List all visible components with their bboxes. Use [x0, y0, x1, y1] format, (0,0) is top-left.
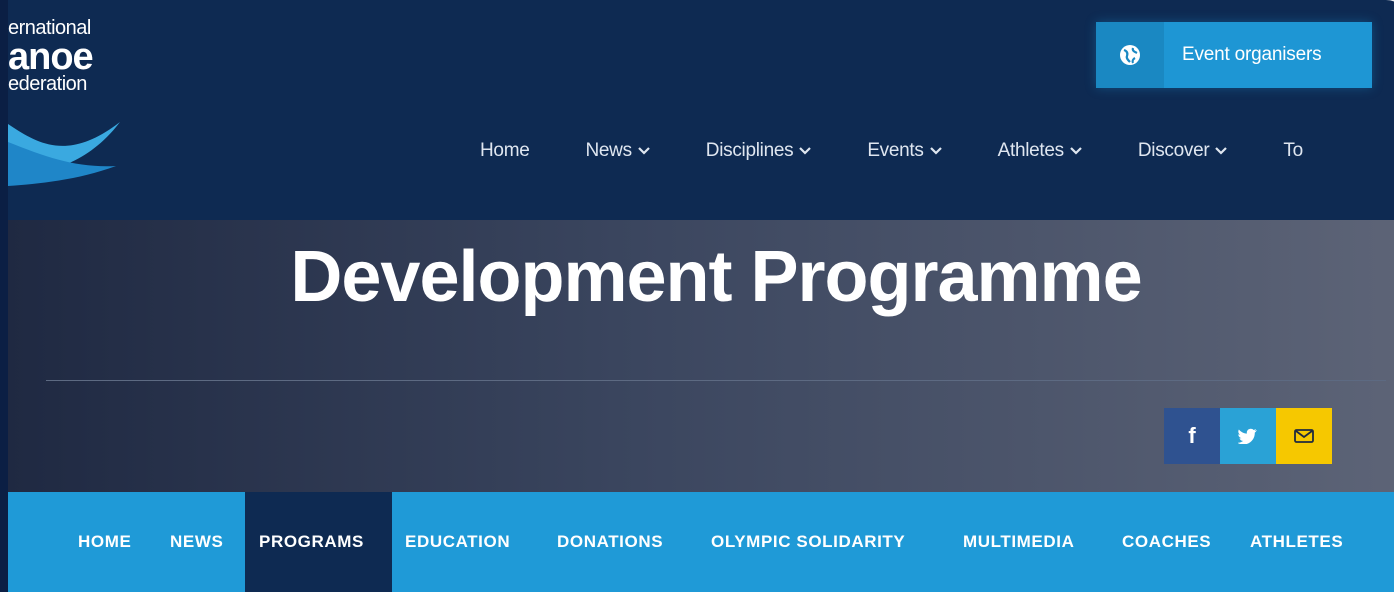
subnav-item-programs[interactable]: PROGRAMS [245, 492, 392, 592]
nav-item-home[interactable]: Home [480, 140, 530, 162]
subnav-item-label: MULTIMEDIA [963, 532, 1075, 551]
nav-item-label: News [585, 140, 632, 161]
subnav-item-education[interactable]: EDUCATION [405, 492, 510, 592]
chevron-down-icon [1215, 147, 1228, 155]
email-share-button[interactable] [1276, 408, 1332, 464]
subnav-item-multimedia[interactable]: MULTIMEDIA [963, 492, 1074, 592]
site-header: ernational anoe ederation Event organise… [8, 0, 1394, 220]
chevron-down-icon [638, 147, 650, 155]
subnav-item-label: HOME [78, 532, 132, 551]
nav-item-label: Home [480, 140, 530, 161]
section-navigation: HOME NEWS PROGRAMS EDUCATION DONATIONS O… [8, 492, 1394, 592]
subnav-item-label: DONATIONS [557, 532, 664, 551]
chevron-down-icon [1070, 147, 1082, 155]
logo-text-line2: anoe [8, 36, 94, 78]
subnav-item-label: ATHLETES [1250, 532, 1344, 551]
page-title: Development Programme [290, 237, 1142, 317]
page-edge [0, 0, 8, 592]
mail-icon [1294, 429, 1314, 443]
site-frame: ernational anoe ederation Event organise… [8, 0, 1394, 592]
nav-item-label: Events [867, 140, 924, 161]
nav-item-label: Athletes [997, 140, 1065, 161]
chevron-down-icon [799, 147, 812, 155]
hero-banner: Development Programme f [8, 220, 1394, 492]
subnav-item-news[interactable]: NEWS [170, 492, 223, 592]
subnav-item-donations[interactable]: DONATIONS [557, 492, 663, 592]
nav-item-events[interactable]: Events [867, 140, 942, 162]
nav-item-label: Disciplines [705, 140, 794, 161]
event-organisers-label: Event organisers [1182, 44, 1322, 65]
globe-icon [1120, 45, 1140, 65]
facebook-share-button[interactable]: f [1164, 408, 1220, 464]
event-organisers-button[interactable]: Event organisers [1096, 22, 1372, 88]
nav-item-disciplines[interactable]: Disciplines [706, 140, 812, 162]
nav-item-news[interactable]: News [585, 140, 650, 162]
nav-item-truncated[interactable]: To [1283, 140, 1303, 162]
nav-item-label: Discover [1137, 140, 1210, 161]
federation-logo[interactable]: ernational anoe ederation [8, 14, 138, 186]
twitter-share-button[interactable] [1220, 408, 1276, 464]
share-buttons: f [1164, 408, 1332, 464]
subnav-item-label: PROGRAMS [259, 532, 364, 551]
logo-text-line1: ernational [8, 17, 91, 39]
event-button-icon-box [1096, 22, 1164, 88]
chevron-down-icon [929, 147, 942, 155]
subnav-item-label: COACHES [1122, 532, 1212, 551]
subnav-item-label: OLYMPIC SOLIDARITY [711, 532, 906, 551]
twitter-icon [1238, 428, 1257, 444]
hero-divider [46, 380, 1386, 381]
nav-item-label: To [1283, 140, 1303, 161]
subnav-item-label: NEWS [170, 532, 224, 551]
nav-item-discover[interactable]: Discover [1138, 140, 1228, 162]
logo-text-line3: ederation [8, 73, 87, 95]
subnav-item-home[interactable]: HOME [78, 492, 131, 592]
subnav-item-label: EDUCATION [405, 532, 511, 551]
facebook-icon: f [1188, 423, 1196, 448]
main-navigation: Home News Disciplines Events Athletes Di… [480, 140, 1303, 162]
nav-item-athletes[interactable]: Athletes [998, 140, 1082, 162]
logo-swoosh-icon [8, 122, 120, 186]
subnav-item-athletes[interactable]: ATHLETES [1250, 492, 1343, 592]
subnav-item-coaches[interactable]: COACHES [1122, 492, 1211, 592]
subnav-item-olympic-solidarity[interactable]: OLYMPIC SOLIDARITY [711, 492, 905, 592]
